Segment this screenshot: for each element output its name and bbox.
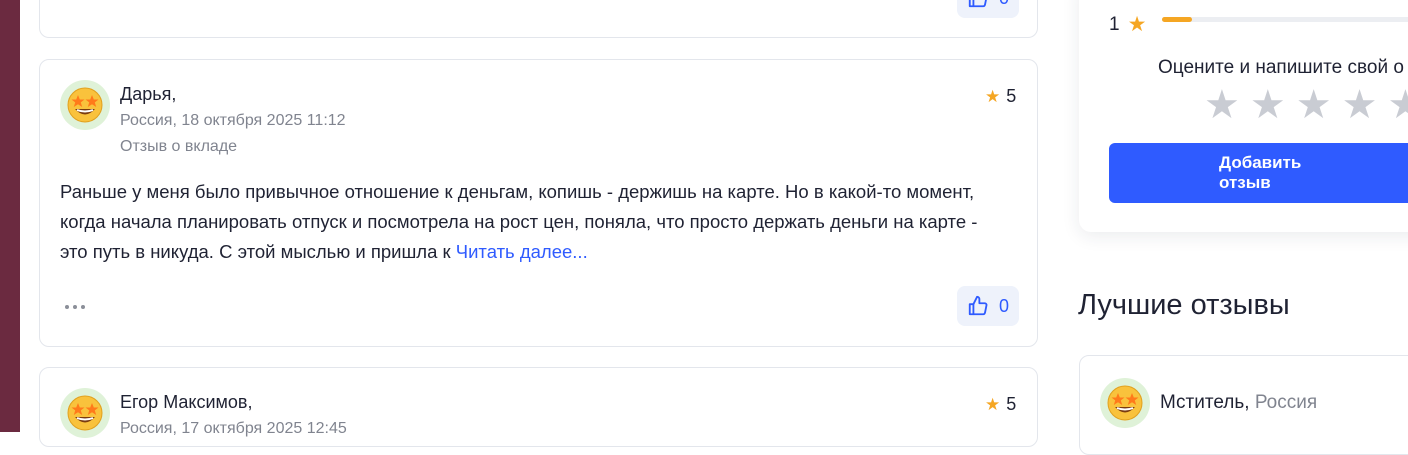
thumbs-up-icon [968,295,988,316]
sidebar-edge [0,0,20,432]
like-button[interactable]: 0 [957,286,1019,326]
review-location-date: Россия, 17 октября 2025 12:45 [120,420,347,437]
rate-stars[interactable]: ★ ★ ★ ★ ★ [1204,85,1408,125]
rate-star-icon[interactable]: ★ [1296,85,1332,125]
star-icon: ★ [985,86,1001,106]
review-rating: ★ 5 [985,394,1016,415]
review-author: Егор Максимов, [120,392,253,412]
review-author: Дарья, [120,84,177,104]
rating-bar-row: 1 ★ [1109,12,1146,37]
star-struck-emoji-icon [1107,385,1143,421]
rate-star-icon[interactable]: ★ [1387,85,1408,125]
rate-prompt: Оцените и напишите свой о [1158,57,1404,78]
review-location-date: Россия, 18 октября 2025 11:12 [120,112,346,129]
like-count: 0 [999,0,1009,9]
review-card: Егор Максимов, Россия, 17 октября 2025 1… [39,367,1038,447]
best-review-country: Россия [1254,392,1318,413]
avatar [1100,378,1150,428]
add-review-label: Добавить отзыв [1219,153,1302,192]
add-review-button[interactable]: Добавить отзыв [1109,143,1408,203]
best-review-card[interactable]: Мститель, Россия [1079,355,1408,455]
review-text: Раньше у меня было привычное отношение к… [60,177,1000,267]
review-category: Отзыв о вкладе [120,138,238,155]
best-review-author: Мститель, Россия [1160,392,1317,414]
review-card: Дарья, Россия, 18 октября 2025 11:12 Отз… [39,59,1038,347]
rating-bar-label: 1 [1109,13,1120,35]
rate-star-icon[interactable]: ★ [1250,85,1286,125]
review-card: 0 [39,0,1038,38]
rating-value: 5 [1006,394,1017,414]
thumbs-up-icon [968,0,987,8]
more-dots-icon[interactable] [65,305,85,309]
rating-summary-card: 1 ★ Оцените и напишите свой о ★ ★ ★ ★ ★ … [1079,0,1408,232]
best-review-author-name: Мститель, [1160,392,1250,413]
like-button[interactable]: 0 [957,0,1019,18]
read-more-link[interactable]: Читать далее... [456,241,588,262]
rating-value: 5 [1006,86,1017,106]
star-struck-emoji-icon [67,395,103,431]
rate-star-icon[interactable]: ★ [1342,85,1378,125]
rate-star-icon[interactable]: ★ [1204,85,1240,125]
best-reviews-title: Лучшие отзывы [1078,289,1290,321]
rating-bar-fill [1162,17,1192,22]
review-rating: ★ 5 [985,86,1016,107]
star-struck-emoji-icon [67,87,103,123]
avatar [60,80,110,130]
rating-bar-track [1162,17,1408,22]
like-count: 0 [998,295,1009,316]
avatar [60,388,110,438]
star-icon: ★ [985,394,1001,414]
star-icon: ★ [1127,13,1147,36]
